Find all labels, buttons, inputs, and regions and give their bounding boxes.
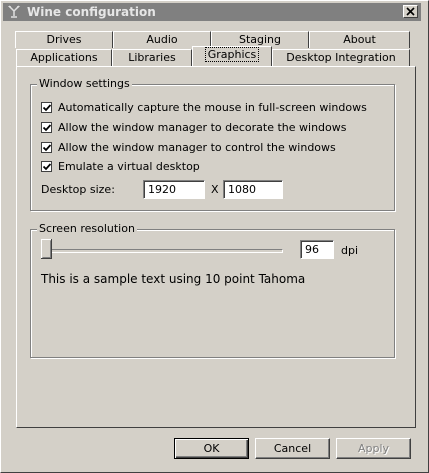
checkbox[interactable] [41, 102, 52, 113]
tab-label: Drives [46, 33, 82, 46]
tab-graphics[interactable]: Graphics [192, 46, 272, 66]
tab-label: Staging [238, 33, 282, 46]
desktop-size-label: Desktop size: [41, 183, 115, 196]
tab-label: Desktop Integration [286, 51, 396, 64]
tab-libraries[interactable]: Libraries [112, 49, 192, 66]
size-separator: X [211, 183, 219, 196]
checkbox-label: Allow the window manager to decorate the… [58, 121, 347, 134]
dpi-slider-track[interactable] [45, 249, 283, 253]
wine-glass-icon [7, 5, 21, 19]
dpi-input[interactable]: 96 [300, 240, 334, 259]
cancel-button[interactable]: Cancel [255, 438, 330, 459]
tab-label: Graphics [204, 47, 260, 62]
wine-config-window: Wine configuration Drives Audio Staging … [0, 0, 429, 473]
checkbox-label: Emulate a virtual desktop [58, 160, 200, 173]
checkbox[interactable] [41, 161, 52, 172]
close-button[interactable] [403, 5, 418, 18]
checkmark-icon [43, 163, 51, 171]
tab-about[interactable]: About [309, 31, 410, 48]
dpi-slider-thumb[interactable] [41, 239, 52, 259]
tab-label: Applications [30, 51, 98, 64]
checkbox-label: Allow the window manager to control the … [58, 141, 336, 154]
apply-button[interactable]: Apply [336, 438, 411, 459]
tab-label: About [343, 33, 376, 46]
window-title: Wine configuration [27, 5, 156, 19]
checkbox-label: Automatically capture the mouse in full-… [58, 101, 367, 114]
desktop-width-input[interactable]: 1920 [143, 180, 205, 199]
checkmark-icon [43, 124, 51, 132]
title-bar[interactable]: Wine configuration [3, 3, 421, 21]
tab-applications[interactable]: Applications [16, 49, 112, 66]
checkmark-icon [43, 144, 51, 152]
group-label: Screen resolution [37, 222, 137, 235]
tab-label: Libraries [128, 51, 176, 64]
dpi-unit-label: dpi [341, 244, 359, 257]
close-icon [406, 7, 415, 16]
tab-drives[interactable]: Drives [15, 31, 113, 48]
tab-desktop-integration[interactable]: Desktop Integration [272, 49, 410, 66]
checkbox[interactable] [41, 122, 52, 133]
group-label: Window settings [37, 77, 132, 90]
ok-button[interactable]: OK [174, 438, 249, 459]
tab-label: Audio [146, 33, 178, 46]
desktop-height-input[interactable]: 1080 [223, 180, 283, 199]
checkmark-icon [43, 104, 51, 112]
checkbox[interactable] [41, 142, 52, 153]
dpi-sample-text: This is a sample text using 10 point Tah… [41, 272, 306, 286]
